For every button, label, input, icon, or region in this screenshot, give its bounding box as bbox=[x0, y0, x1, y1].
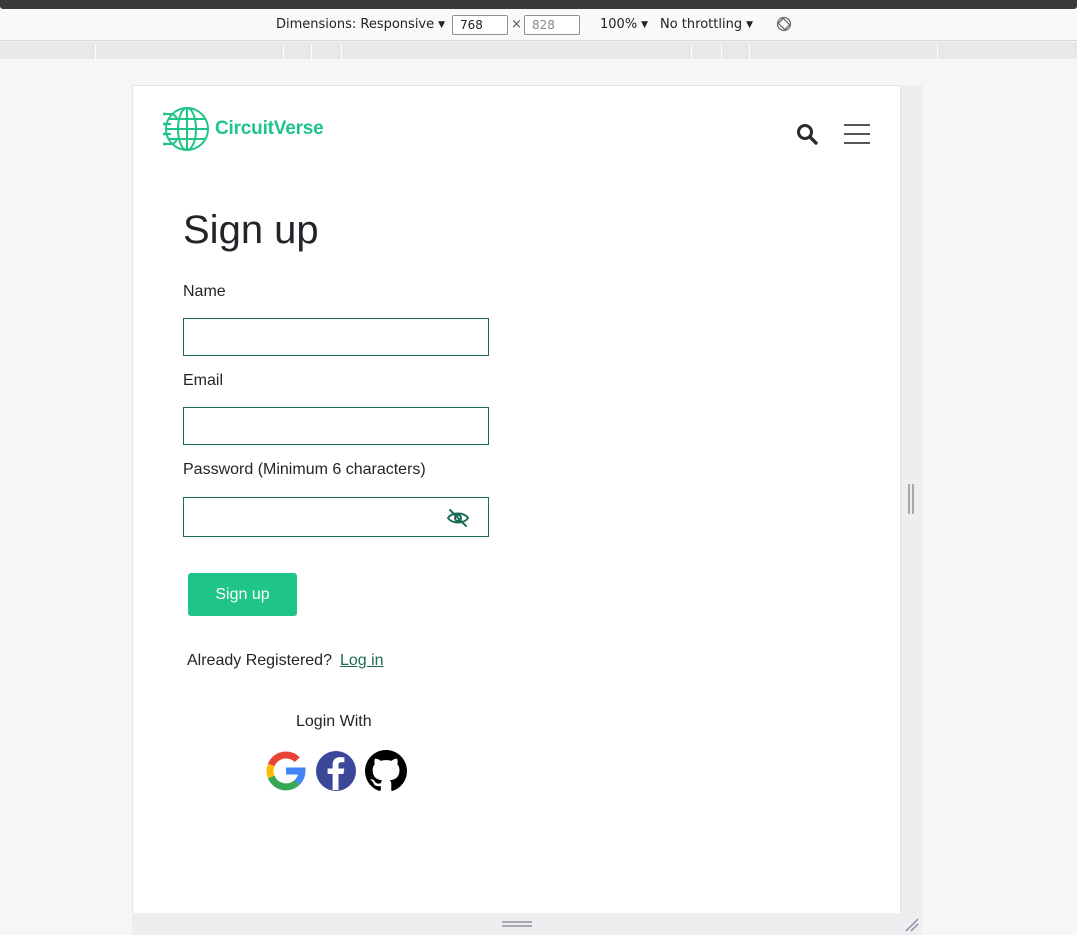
name-field[interactable] bbox=[183, 318, 489, 356]
throttling-dropdown[interactable]: No throttling ▼ bbox=[660, 17, 753, 32]
resize-corner-grip-icon[interactable] bbox=[903, 916, 919, 932]
page-viewport: CircuitVerse Sign up Name Email Password… bbox=[132, 85, 901, 913]
search-button[interactable] bbox=[795, 122, 819, 146]
google-icon bbox=[266, 751, 306, 791]
menu-line bbox=[844, 124, 870, 126]
github-login-button[interactable] bbox=[365, 750, 407, 792]
facebook-icon bbox=[316, 751, 356, 791]
resize-width-handle[interactable] bbox=[908, 484, 914, 514]
zoom-dropdown[interactable]: 100% ▼ bbox=[600, 17, 648, 32]
rotate-viewport-button[interactable] bbox=[776, 16, 792, 36]
password-label: Password (Minimum 6 characters) bbox=[183, 461, 426, 478]
rotate-icon bbox=[776, 16, 792, 32]
dropdown-arrow-icon: ▼ bbox=[438, 20, 446, 30]
hamburger-menu-button[interactable] bbox=[844, 124, 870, 144]
login-with-heading: Login With bbox=[296, 713, 372, 730]
brand-logo-link[interactable]: CircuitVerse bbox=[163, 104, 324, 154]
log-in-link[interactable]: Log in bbox=[340, 652, 384, 669]
github-icon bbox=[365, 750, 407, 791]
menu-line bbox=[844, 142, 870, 144]
already-registered-text: Already Registered? bbox=[187, 652, 332, 669]
throttling-label: No throttling bbox=[660, 17, 743, 32]
dropdown-arrow-icon: ▼ bbox=[641, 20, 649, 30]
password-field[interactable] bbox=[183, 497, 489, 537]
email-field[interactable] bbox=[183, 407, 489, 445]
already-registered-line: Already Registered? Log in bbox=[187, 652, 384, 670]
zoom-label: 100% bbox=[600, 17, 638, 32]
dimensions-dropdown[interactable]: Dimensions: Responsive ▼ bbox=[276, 17, 445, 32]
name-label: Name bbox=[183, 283, 226, 300]
menu-line bbox=[844, 133, 870, 135]
resize-height-handle[interactable] bbox=[502, 921, 532, 927]
dimensions-label: Dimensions: Responsive bbox=[276, 17, 435, 32]
viewport-height-input[interactable]: 828 bbox=[524, 15, 580, 35]
viewport-width-input[interactable]: 768 bbox=[452, 15, 508, 35]
times-sign: × bbox=[511, 17, 522, 32]
circuitverse-logo-icon bbox=[163, 107, 209, 151]
page-title: Sign up bbox=[183, 208, 319, 252]
browser-top-edge bbox=[0, 0, 1077, 9]
responsive-toolbar: Dimensions: Responsive ▼ 768 × 828 100% ▼ … bbox=[0, 9, 1077, 41]
eye-slash-icon bbox=[446, 509, 470, 527]
brand-name: CircuitVerse bbox=[215, 118, 324, 139]
toggle-password-visibility-button[interactable] bbox=[445, 507, 471, 529]
facebook-login-button[interactable] bbox=[315, 750, 357, 792]
sign-up-button[interactable]: Sign up bbox=[188, 573, 297, 616]
email-label: Email bbox=[183, 372, 224, 389]
search-icon bbox=[797, 124, 818, 145]
dropdown-arrow-icon: ▼ bbox=[746, 20, 753, 30]
google-login-button[interactable] bbox=[265, 750, 307, 792]
media-query-ruler bbox=[0, 42, 1077, 59]
